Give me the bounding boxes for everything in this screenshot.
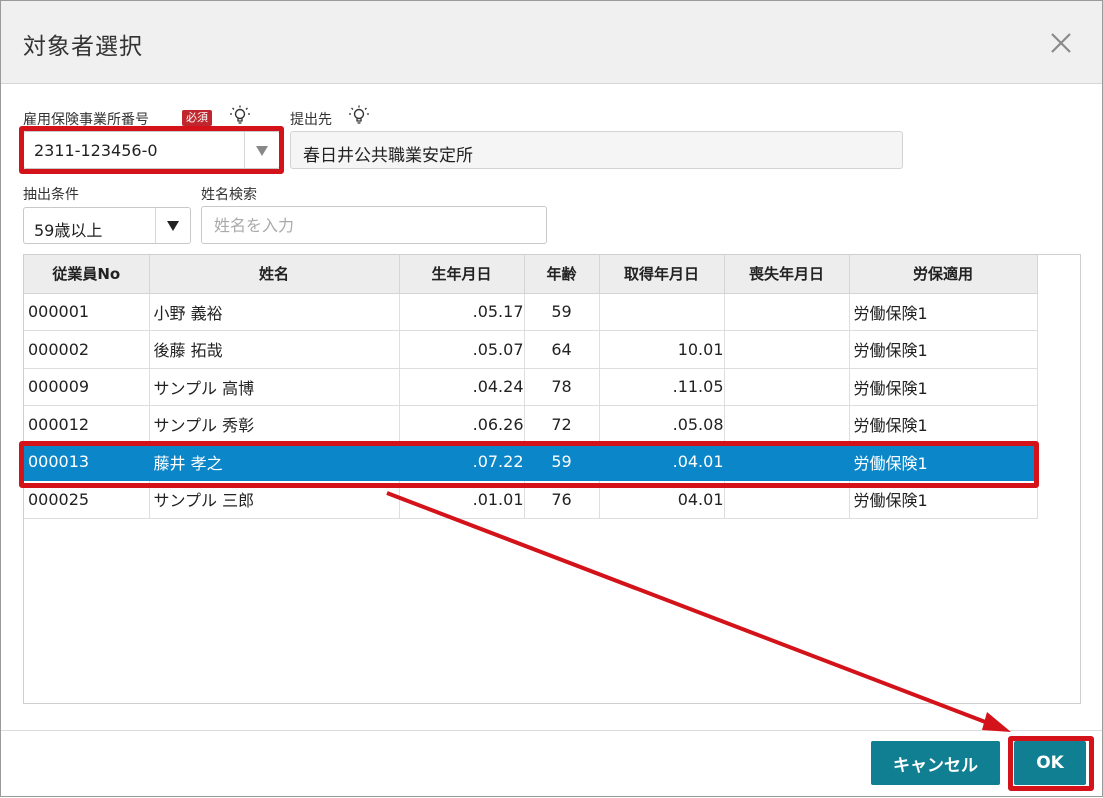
cell-employee-no: 000012 <box>24 405 150 444</box>
cell-name: サンプル 秀彰 <box>149 405 400 444</box>
cell-acquired-date: .11.05 <box>599 368 725 406</box>
cell-age: 64 <box>524 330 600 369</box>
cell-insurance: 労働保険1 <box>849 405 1038 444</box>
cell-acquired-date: .05.08 <box>599 405 725 444</box>
close-icon <box>1051 33 1071 53</box>
table-row[interactable]: 000001 小野 義裕 .05.17 59 労働保険1 <box>24 293 1038 331</box>
column-header-age[interactable]: 年齢 <box>524 255 600 294</box>
cell-age: 59 <box>524 443 600 481</box>
table-row[interactable]: 000012 サンプル 秀彰 .06.26 72.05.08 労働保険1 <box>24 405 1038 444</box>
column-header-lost-date[interactable]: 喪失年月日 <box>724 255 850 294</box>
dialog: 対象者選択 雇用保険事業所番号 必須 2311-123456-0 提出先 春日井… <box>0 0 1103 797</box>
name-search-label: 姓名検索 <box>201 187 257 203</box>
submit-to-value: 春日井公共職業安定所 <box>303 146 473 166</box>
office-number-select[interactable]: 2311-123456-0 <box>23 131 280 169</box>
cell-employee-no: 000002 <box>24 330 150 369</box>
office-number-value: 2311-123456-0 <box>34 141 158 160</box>
cell-birth-date: .05.17 <box>399 293 525 331</box>
cell-lost-date <box>724 405 850 444</box>
cell-lost-date <box>724 480 850 519</box>
office-number-label: 雇用保険事業所番号 <box>23 112 149 128</box>
cell-acquired-date: 10.01 <box>599 330 725 369</box>
table-row[interactable]: 000009 サンプル 高博 .04.24 78.11.05 労働保険1 <box>24 368 1038 406</box>
cancel-button[interactable]: キャンセル <box>871 741 1000 785</box>
cell-insurance: 労働保険1 <box>849 330 1038 369</box>
cell-lost-date <box>724 368 850 406</box>
arrow-head-icon <box>982 712 1011 732</box>
name-search-input[interactable] <box>201 206 547 244</box>
cell-insurance: 労働保険1 <box>849 293 1038 331</box>
cell-insurance: 労働保険1 <box>849 368 1038 406</box>
cell-acquired-date: .04.01 <box>599 443 725 481</box>
column-header-name[interactable]: 姓名 <box>149 255 400 294</box>
caret-down-icon <box>256 146 268 156</box>
table-row[interactable]: 000025 サンプル 三郎 .01.01 76 04.01 労働保険1 <box>24 480 1038 519</box>
cell-birth-date: .07.22 <box>399 443 525 481</box>
cell-birth-date: .05.07 <box>399 330 525 369</box>
lightbulb-icon[interactable] <box>229 105 251 125</box>
caret-down-icon <box>167 221 179 231</box>
cell-acquired-date: 04.01 <box>599 480 725 519</box>
dialog-title: 対象者選択 <box>23 34 143 60</box>
cell-birth-date: .06.26 <box>399 405 525 444</box>
select-divider <box>155 208 156 243</box>
submit-to-field: 春日井公共職業安定所 <box>290 131 903 169</box>
column-header-employee-no[interactable]: 従業員No <box>24 255 150 294</box>
cell-insurance: 労働保険1 <box>849 443 1038 481</box>
dialog-header: 対象者選択 <box>1 1 1102 84</box>
column-header-insurance[interactable]: 労保適用 <box>849 255 1038 294</box>
required-badge: 必須 <box>182 110 212 126</box>
cell-name: 小野 義裕 <box>149 293 400 331</box>
cell-birth-date: .01.01 <box>399 480 525 519</box>
cell-lost-date <box>724 330 850 369</box>
cell-name: 後藤 拓哉 <box>149 330 400 369</box>
filter-label: 抽出条件 <box>23 187 79 203</box>
cell-employee-no: 000025 <box>24 480 150 519</box>
cell-lost-date <box>724 293 850 331</box>
footer-divider <box>1 730 1102 731</box>
cell-age: 72 <box>524 405 600 444</box>
cell-name: サンプル 高博 <box>149 368 400 406</box>
submit-to-label: 提出先 <box>290 112 332 128</box>
cell-age: 59 <box>524 293 600 331</box>
cell-employee-no: 000009 <box>24 368 150 406</box>
cell-acquired-date <box>599 293 725 331</box>
column-header-acquired-date[interactable]: 取得年月日 <box>599 255 725 294</box>
select-divider <box>244 132 245 168</box>
table-header-row: 従業員No 姓名 生年月日 年齢 取得年月日 喪失年月日 労保適用 <box>24 255 1038 294</box>
employee-grid: 従業員No 姓名 生年月日 年齢 取得年月日 喪失年月日 労保適用 000001… <box>23 254 1081 704</box>
filter-value: 59歳以上 <box>34 221 103 240</box>
ok-button[interactable]: OK <box>1014 741 1086 785</box>
cell-employee-no: 000001 <box>24 293 150 331</box>
cell-name: サンプル 三郎 <box>149 480 400 519</box>
cell-age: 78 <box>524 368 600 406</box>
cell-lost-date <box>724 443 850 481</box>
close-button[interactable] <box>1045 27 1077 59</box>
cell-insurance: 労働保険1 <box>849 480 1038 519</box>
cell-birth-date: .04.24 <box>399 368 525 406</box>
table-row-selected[interactable]: 000013 藤井 孝之 .07.22 59.04.01 労働保険1 <box>24 443 1038 481</box>
cell-employee-no: 000013 <box>24 443 150 481</box>
lightbulb-icon[interactable] <box>348 105 370 125</box>
employee-table: 従業員No 姓名 生年月日 年齢 取得年月日 喪失年月日 労保適用 000001… <box>24 255 1038 519</box>
table-row[interactable]: 000002 後藤 拓哉 .05.07 64 10.01 労働保険1 <box>24 330 1038 369</box>
filter-select[interactable]: 59歳以上 <box>23 207 191 244</box>
cell-name: 藤井 孝之 <box>149 443 400 481</box>
cell-age: 76 <box>524 480 600 519</box>
column-header-birth-date[interactable]: 生年月日 <box>399 255 525 294</box>
